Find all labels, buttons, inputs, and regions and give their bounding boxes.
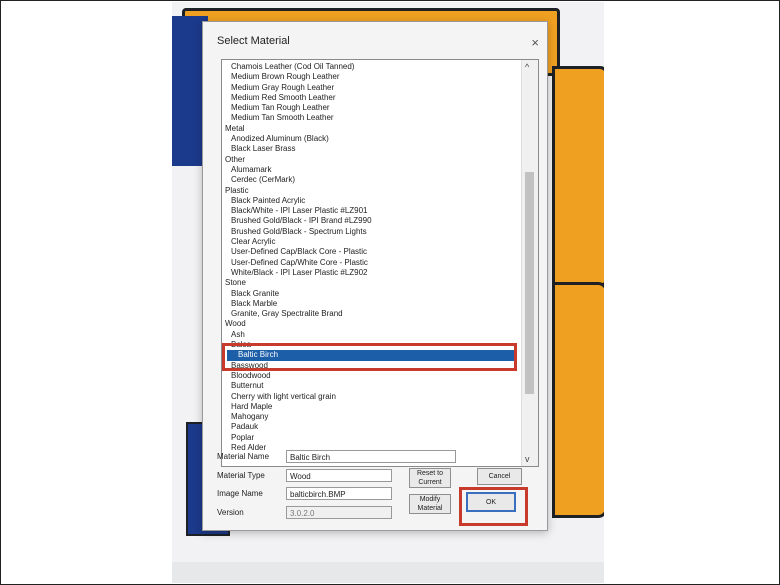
list-item[interactable]: Clear Acrylic <box>222 237 518 247</box>
version-field: 3.0.2.0 <box>286 506 392 519</box>
modify-material-button[interactable]: Modify Material <box>409 494 451 514</box>
image-name-label: Image Name <box>217 489 263 498</box>
list-item[interactable]: Brushed Gold/Black - Spectrum Lights <box>222 227 518 237</box>
version-label: Version <box>217 508 244 517</box>
list-item[interactable]: Hard Maple <box>222 402 518 412</box>
material-list-items: Chamois Leather (Cod Oil Tanned) Medium B… <box>222 62 518 453</box>
close-icon[interactable]: × <box>531 35 539 50</box>
list-category[interactable]: Metal <box>222 124 518 134</box>
list-item[interactable]: Butternut <box>222 381 518 391</box>
list-item[interactable]: Black Painted Acrylic <box>222 196 518 206</box>
list-item[interactable]: Granite, Gray Spectralite Brand <box>222 309 518 319</box>
scroll-down-icon[interactable]: v <box>525 454 530 464</box>
material-type-label: Material Type <box>217 471 265 480</box>
scroll-thumb[interactable] <box>525 172 534 394</box>
dialog-title: Select Material <box>217 35 290 47</box>
list-item[interactable]: Alumamark <box>222 165 518 175</box>
list-item[interactable]: Brushed Gold/Black - IPI Brand #LZ990 <box>222 216 518 226</box>
list-item[interactable]: Anodized Aluminum (Black) <box>222 134 518 144</box>
list-item[interactable]: Medium Tan Rough Leather <box>222 103 518 113</box>
list-item[interactable]: Black/White - IPI Laser Plastic #LZ901 <box>222 206 518 216</box>
material-type-field[interactable]: Wood <box>286 469 392 482</box>
list-item[interactable]: User-Defined Cap/Black Core - Plastic <box>222 247 518 257</box>
select-material-dialog: Select Material × Chamois Leather (Cod O… <box>202 21 548 531</box>
scroll-up-icon[interactable]: ^ <box>525 62 529 72</box>
list-item[interactable]: Medium Brown Rough Leather <box>222 72 518 82</box>
list-item[interactable]: Black Laser Brass <box>222 144 518 154</box>
image-name-field[interactable]: balticbirch.BMP <box>286 487 392 500</box>
material-name-field[interactable]: Baltic Birch <box>286 450 456 463</box>
list-item[interactable]: Cherry with light vertical grain <box>222 392 518 402</box>
list-scrollbar[interactable]: ^ v <box>521 60 538 466</box>
list-item[interactable]: Ash <box>222 330 518 340</box>
highlight-ok-button <box>459 487 528 526</box>
highlight-selected-row <box>222 343 517 371</box>
orange-graphic-right <box>552 66 604 287</box>
list-category[interactable]: Other <box>222 155 518 165</box>
material-list[interactable]: Chamois Leather (Cod Oil Tanned) Medium B… <box>221 59 539 467</box>
list-category[interactable]: Plastic <box>222 186 518 196</box>
list-item[interactable]: Medium Red Smooth Leather <box>222 93 518 103</box>
list-item[interactable]: Cerdec (CerMark) <box>222 175 518 185</box>
list-item[interactable]: Medium Tan Smooth Leather <box>222 113 518 123</box>
list-item[interactable]: Poplar <box>222 433 518 443</box>
list-item[interactable]: User-Defined Cap/White Core - Plastic <box>222 258 518 268</box>
list-category[interactable]: Wood <box>222 319 518 329</box>
list-item[interactable]: Black Marble <box>222 299 518 309</box>
screen-bottom-bar <box>172 562 604 583</box>
list-item[interactable]: White/Black - IPI Laser Plastic #LZ902 <box>222 268 518 278</box>
orange-graphic-bottom <box>552 282 604 518</box>
list-item[interactable]: Bloodwood <box>222 371 518 381</box>
reset-to-current-button[interactable]: Reset to Current <box>409 468 451 488</box>
list-item[interactable]: Chamois Leather (Cod Oil Tanned) <box>222 62 518 72</box>
list-item[interactable]: Medium Gray Rough Leather <box>222 83 518 93</box>
list-item[interactable]: Padauk <box>222 422 518 432</box>
list-item[interactable]: Mahogany <box>222 412 518 422</box>
list-item[interactable]: Black Granite <box>222 289 518 299</box>
list-category[interactable]: Stone <box>222 278 518 288</box>
material-name-label: Material Name <box>217 452 270 461</box>
cancel-button[interactable]: Cancel <box>477 468 522 485</box>
